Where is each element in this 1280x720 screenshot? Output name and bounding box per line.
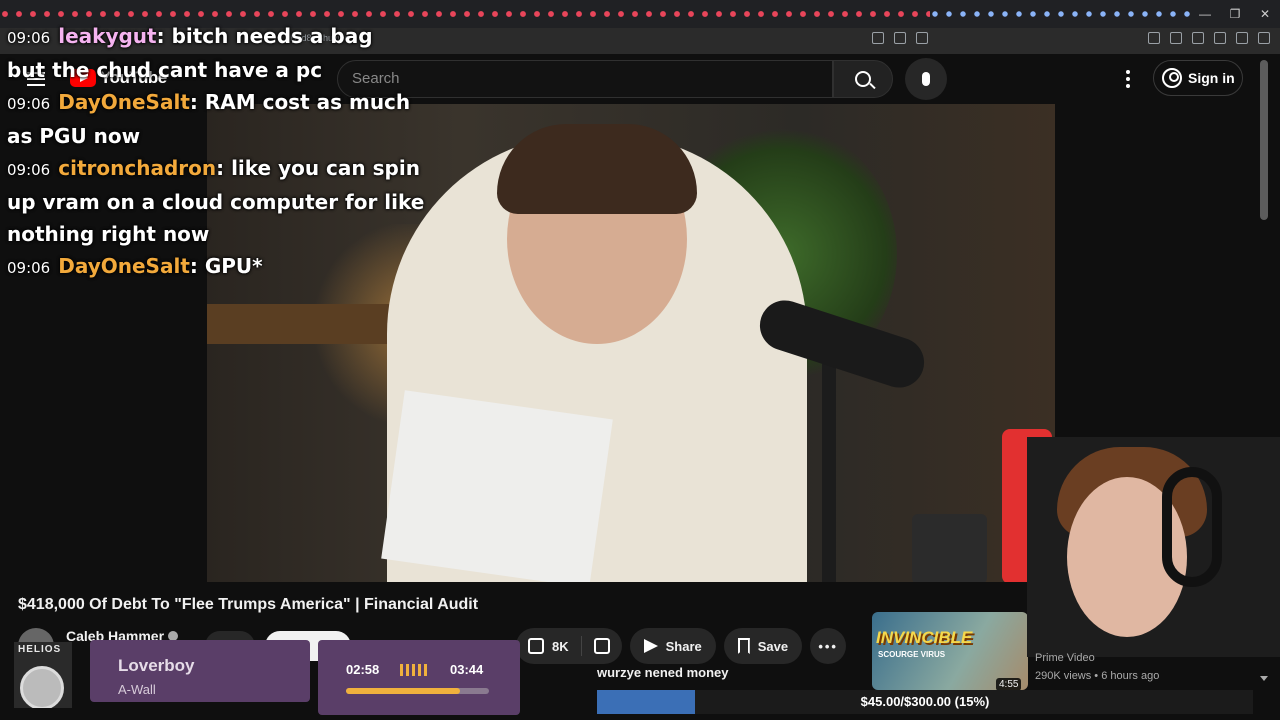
dot-icon [1126,84,1130,88]
browser-menu-icon[interactable] [1258,32,1270,44]
now-playing-card: Loverboy A-Wall [90,640,310,702]
donation-goal-text: $45.00/$300.00 (15%) [860,694,990,709]
minimize-icon[interactable]: — [1190,0,1220,28]
video-title: $418,000 Of Debt To "Flee Trumps America… [18,596,479,613]
account-icon [1162,68,1182,88]
chat-text: GPU* [204,254,263,278]
share-page-icon[interactable] [916,32,928,44]
video-actions: 8K Share Save ••• [516,628,847,664]
chat-user: citronchadron [58,156,217,180]
chat-text: bitch needs a bag [171,24,373,48]
shield-icon[interactable] [1236,32,1248,44]
downloads-icon[interactable] [1214,32,1226,44]
streamer-webcam [1027,437,1280,657]
chat-time: 09:06 [7,29,51,47]
chevron-down-icon[interactable] [1260,676,1268,681]
more-actions-button[interactable]: ••• [810,628,847,664]
track-title: Loverboy [118,656,195,675]
chat-message: 09:06 leakygut: bitch needs a bag [7,24,373,48]
sign-in-label: Sign in [1188,70,1235,86]
share-label: Share [665,638,702,654]
mic-stand [822,364,836,582]
maximize-icon[interactable]: ❐ [1220,0,1250,28]
headphones [1162,467,1222,587]
screen: — ❐ ✕ Hnd8vGhuyOc YouTube Search Sign in… [0,0,1280,720]
screen-icon[interactable] [872,32,884,44]
media-icon[interactable] [1170,32,1182,44]
track-artist: A-Wall [118,682,156,697]
search-icon [855,71,871,87]
album-logo: HELIOS [18,644,62,655]
suggested-thumbnail-title: INVINCIBLE [876,628,973,647]
equalizer-icon [400,664,427,676]
bookmark-icon [737,638,750,654]
suggested-channel[interactable]: Prime Video [1035,652,1095,664]
chat-message: but the chud cant have a pc [7,54,427,86]
chat-user: leakygut [58,24,157,48]
donation-goal-bar: $45.00/$300.00 (15%) [597,690,1253,714]
extension-icon[interactable] [1148,32,1160,44]
donation-message: wurzye nened money [597,665,729,680]
close-icon[interactable]: ✕ [1250,0,1280,28]
like-count: 8K [552,638,569,654]
suggested-meta: 290K views • 6 hours ago [1035,670,1160,682]
search-button[interactable] [833,60,893,98]
save-button[interactable]: Save [723,628,803,664]
dot-icon [1126,77,1130,81]
zoom-icon[interactable] [894,32,906,44]
window-controls: — ❐ ✕ [1190,0,1280,28]
chat-overlay: 09:06 leakygut: bitch needs a bag but the… [7,20,427,284]
track-progress-fill [346,688,461,694]
chat-message: 09:06 DayOneSalt: GPU* [7,254,263,278]
album-art: HELIOS [14,642,72,708]
share-icon [643,639,658,653]
share-button[interactable]: Share [629,628,716,664]
more-icon: ••• [818,638,838,654]
chat-time: 09:06 [7,161,51,179]
total-time: 03:44 [450,662,484,677]
settings-menu-button[interactable] [1118,68,1138,90]
chat-time: 09:06 [7,95,51,113]
sign-in-button[interactable]: Sign in [1153,60,1243,96]
save-label: Save [757,638,789,654]
chat-message: 09:06 citronchadron: like you can spin up… [7,156,425,246]
dislike-button[interactable] [582,628,622,664]
like-dislike-group: 8K [516,628,622,664]
paper-sheet [381,390,613,582]
track-progress-bar [346,688,489,694]
host-hair [497,124,697,214]
microphone-icon [922,72,930,86]
suggested-thumbnail-subtitle: SCOURGE VIRUS [878,650,946,659]
thumbs-down-icon [593,638,610,654]
chat-user: DayOneSalt [58,90,190,114]
album-portrait [20,666,64,708]
dot-icon [1126,70,1130,74]
chat-text: but the chud cant have a pc [7,58,323,82]
extension-icons [1148,32,1270,44]
chat-time: 09:06 [7,259,51,277]
voice-search-button[interactable] [905,58,947,100]
page-scrollbar[interactable] [1260,60,1268,220]
chat-message: 09:06 DayOneSalt: RAM cost as much as PGU… [7,90,411,148]
page-actions [872,32,928,44]
playback-time-card: 02:58 03:44 [318,640,520,715]
mug [912,514,987,582]
sidebar-icon[interactable] [1192,32,1204,44]
tab-list-extra[interactable] [930,0,1190,28]
chat-user: DayOneSalt [58,254,190,278]
elapsed-time: 02:58 [346,662,380,677]
thumbs-up-icon [528,638,544,654]
like-button[interactable]: 8K [516,628,581,664]
